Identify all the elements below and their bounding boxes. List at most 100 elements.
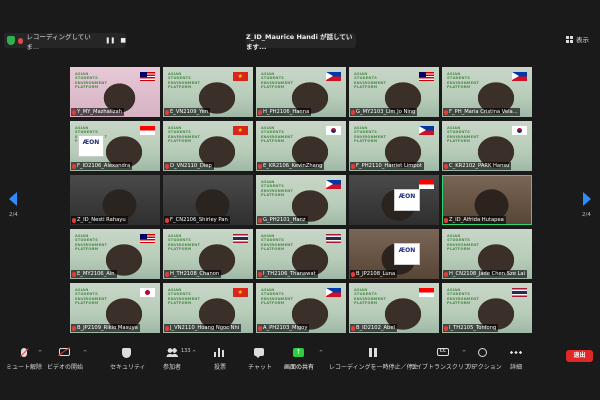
unmute-button[interactable]: ミュート解除 (6, 348, 42, 371)
logo-text-line: PLATFORM (75, 246, 99, 251)
asian-students-environment-platform-logo-icon: ASIANSTUDENTSENVIRONMENTPLATFORM (168, 126, 200, 143)
participant-name-label: Z_ID_Nesti Rahayu (71, 216, 128, 224)
participant-name-text: Z_ID_Nesti Rahayu (77, 217, 126, 223)
asian-students-environment-platform-logo-icon: ASIANSTUDENTSENVIRONMENTPLATFORM (261, 126, 293, 143)
participant-name-label: D_VN2110_Diep (164, 162, 214, 170)
participant-video-tile[interactable]: ÆON (349, 175, 439, 225)
logo-text-line: PLATFORM (261, 300, 285, 305)
participant-video-tile[interactable]: ÆON B_JP2108_Luna (349, 229, 439, 279)
participant-video-tile[interactable]: Z_ID_Alfrida Hutapea (442, 175, 532, 225)
start-video-button[interactable]: ビデオの開始 (47, 348, 83, 371)
country-flag-icon (140, 72, 155, 81)
participant-video-tile[interactable]: ASIAN STUDENTS ENVIRONMENT PLATFORM I_TH2105… (442, 283, 532, 333)
participant-name-text: Z_ID_Alfrida Hutapea (449, 217, 504, 223)
country-flag-icon (326, 180, 341, 189)
participant-video-tile[interactable]: F_CN2106_Shirley Pan (163, 175, 253, 225)
participant-video-tile[interactable]: ASIANSTUDENTSENVIRONMENTPLATFORM D_VN2110… (163, 121, 253, 171)
previous-page-arrow-icon[interactable] (9, 192, 17, 206)
participant-video-tile[interactable]: ASIAN STUDENTS ENVIRONMENT PLATFORM H_TH2108… (163, 229, 253, 279)
participant-name-label: Y_MY_Mazhalizah (71, 108, 124, 116)
leave-meeting-button[interactable]: 退出 (566, 350, 593, 362)
participant-name-label: E_MY2106_Ain (71, 270, 117, 278)
logo-text-line: PLATFORM (261, 138, 285, 143)
participant-name-label: I_TH2105_Tonfong (443, 324, 499, 332)
more-label: 詳細 (510, 364, 523, 371)
participant-name-text: B_ID2102_Abel (356, 325, 395, 331)
audio-options-caret-icon[interactable]: ^ (38, 350, 42, 356)
share-screen-label: 画面の共有 (284, 364, 315, 371)
asian-students-environment-platform-logo-icon: ASIANSTUDENTSENVIRONMENTPLATFORM (354, 72, 386, 89)
recording-controls-label: レコーディングを一時停止／停止 (329, 364, 419, 371)
participant-video-tile[interactable]: ASIAN STUDENTS ENVIRONMENT PLATFORM E_KR2106… (256, 121, 346, 171)
participant-video-tile[interactable]: ASIAN STUDENTS ENVIRONMENT PLATFORM C_KR2102… (442, 121, 532, 171)
participant-name-label: H_CN2108_Jade Chen Sze Lai (443, 270, 528, 278)
recording-indicator[interactable]: レコーディングしていま... ❚❚ ■ (4, 33, 126, 51)
participant-video-tile[interactable]: ASIAN STUDENTS ENVIRONMENT PLATFORM H_PH2106… (256, 67, 346, 117)
participant-video-tile[interactable]: ASIAN STUDENTS ENVIRONMENT PLATFORM E_MY2106… (70, 229, 160, 279)
active-speaker-label: Z_ID_Maurice Handi が話しています... (246, 33, 356, 51)
polls-button[interactable]: 投票 (214, 348, 226, 371)
participant-name-label: E_KR2106_KevinZhang (257, 162, 325, 170)
participant-video-tile[interactable]: ASIAN STUDENTS ENVIRONMENT PLATFORM G_MY2103… (349, 67, 439, 117)
view-button[interactable]: 表示 (566, 34, 589, 44)
logo-text-line: PLATFORM (261, 192, 285, 197)
video-options-caret-icon[interactable]: ^ (83, 350, 87, 356)
participant-video-tile[interactable]: ASIAN STUDENTS ENVIRONMENT PLATFORM A_PH2103… (256, 283, 346, 333)
logo-text-line: PLATFORM (447, 138, 471, 143)
country-flag-icon (419, 288, 434, 297)
participant-name-text: H_PH2106_Hanna (263, 109, 310, 115)
participant-name-label: A_PH2103_Migoy (257, 324, 310, 332)
chat-button[interactable]: チャット (248, 348, 272, 371)
participants-button[interactable]: 133 参加者 (163, 348, 191, 371)
share-screen-button[interactable]: ↑ 画面の共有 (284, 348, 314, 371)
participant-video-tile[interactable]: ASIAN STUDENTS ENVIRONMENT PLATFORM G_PH2101… (256, 175, 346, 225)
participant-video-tile[interactable]: ASIAN STUDENTS ENVIRONMENT PLATFORM B_ID2102… (349, 283, 439, 333)
stop-recording-icon[interactable]: ■ (120, 37, 126, 44)
participant-video-tile[interactable]: ASIAN STUDENTS ENVIRONMENT PLATFORM B_JP2109… (70, 283, 160, 333)
muted-microphone-icon (351, 109, 355, 115)
country-flag-icon (419, 72, 434, 81)
next-page-arrow-icon[interactable] (583, 192, 591, 206)
meeting-top-bar: レコーディングしていま... ❚❚ ■ Z_ID_Maurice Handi が… (0, 0, 600, 52)
country-flag-icon (233, 72, 248, 81)
share-options-caret-icon[interactable]: ^ (319, 350, 323, 356)
participant-video-tile[interactable]: ASIANSTUDENTSENVIRONMENTPLATFORMÆONF_ID2… (70, 121, 160, 171)
security-shield-icon[interactable] (7, 36, 15, 45)
participant-video-tile[interactable]: ASIANSTUDENTSENVIRONMENTPLATFORM J_VN2110… (163, 283, 253, 333)
country-flag-icon (233, 288, 248, 297)
participant-name-text: F_PH2110_Harriet Limpot (356, 163, 422, 169)
participant-video-tile[interactable]: Z_ID_Nesti Rahayu (70, 175, 160, 225)
reactions-button[interactable]: リアクション (466, 348, 502, 371)
participant-video-tile[interactable]: ASIAN STUDENTS ENVIRONMENT PLATFORM F_PH2110… (349, 121, 439, 171)
participant-video-tile[interactable]: ASIANSTUDENTSENVIRONMENTPLATFORM E_VN2109… (163, 67, 253, 117)
logo-text-line: PLATFORM (75, 84, 99, 89)
participant-name-text: J_VN2110_Hoang Ngoc Nhi (170, 325, 240, 331)
asian-students-environment-platform-logo-icon: ASIANSTUDENTSENVIRONMENTPLATFORM (75, 234, 107, 251)
muted-microphone-icon (165, 109, 169, 115)
participant-name-text: E_MY2106_Ain (77, 271, 115, 277)
muted-microphone-icon (72, 163, 76, 169)
participants-count: 133 (181, 348, 191, 354)
pause-recording-icon[interactable]: ❚❚ (105, 37, 115, 44)
participant-video-tile[interactable]: ASIAN STUDENTS ENVIRONMENT PLATFORM Y_MY_Maz… (70, 67, 160, 117)
participants-options-caret-icon[interactable]: ^ (192, 350, 196, 356)
country-flag-icon (419, 126, 434, 135)
recording-controls-button[interactable]: レコーディングを一時停止／停止 (329, 348, 419, 371)
muted-microphone-icon (444, 217, 448, 223)
muted-microphone-icon (258, 163, 262, 169)
participant-video-tile[interactable]: ASIAN STUDENTS ENVIRONMENT PLATFORM I_TH2106… (256, 229, 346, 279)
participant-name-label: H_PH2106_Hanna (257, 108, 312, 116)
reactions-icon (477, 348, 487, 357)
asian-students-environment-platform-logo-icon: ASIANSTUDENTSENVIRONMENTPLATFORM (261, 234, 293, 251)
participant-name-label: H_TH2108_Chanon (164, 270, 222, 278)
logo-text-line: PLATFORM (447, 246, 471, 251)
asian-students-environment-platform-logo-icon: ASIANSTUDENTSENVIRONMENTPLATFORM (447, 288, 479, 305)
country-flag-icon (512, 126, 527, 135)
security-button[interactable]: セキュリティ (110, 348, 146, 371)
muted-microphone-icon (258, 271, 262, 277)
more-button[interactable]: 詳細 (510, 348, 522, 371)
participant-video-tile[interactable]: ASIAN STUDENTS ENVIRONMENT PLATFORM H_CN2108… (442, 229, 532, 279)
asian-students-environment-platform-logo-icon: ASIANSTUDENTSENVIRONMENTPLATFORM (261, 72, 293, 89)
security-icon (121, 348, 131, 358)
participant-video-tile[interactable]: ASIAN STUDENTS ENVIRONMENT PLATFORM F_PH_Mar… (442, 67, 532, 117)
